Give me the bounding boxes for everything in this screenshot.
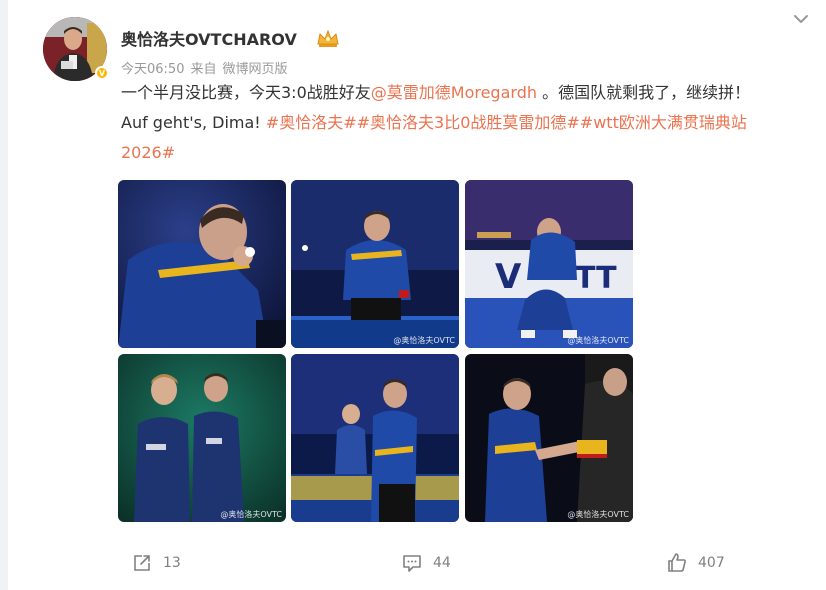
photo-watermark: @奥恰洛夫OVTC [393,336,455,345]
photo-3-image: V TT [465,180,633,348]
photo-3[interactable]: V TT @奥恰洛夫OVTC [465,180,633,348]
photo-4-image [118,354,286,522]
text-line-1: 一个半月没比赛，今天3:0战胜好友@莫雷加德Moregardh 。德国队就剩我了… [121,78,811,108]
photo-5[interactable] [291,354,459,522]
photo-4[interactable]: @奥恰洛夫OVTC [118,354,286,522]
weibo-post-card: V 奥恰洛夫OVTCHAROV 今天06:50 来自 微博网页版 一个半月没比赛… [8,0,826,590]
photo-5-image [291,354,459,522]
verified-badge: V [95,66,109,80]
action-bar: 13 44 407 [8,552,826,580]
svg-text:V: V [495,257,522,297]
text-segment: Auf geht's, Dima! [121,113,266,132]
text-line-2: Auf geht's, Dima! #奥恰洛夫##奥恰洛夫3比0战胜莫雷加德##… [121,108,811,138]
chevron-down-icon[interactable] [792,10,810,28]
hashtag-link[interactable]: #奥恰洛夫# [266,113,357,132]
comment-button[interactable]: 44 [401,552,451,574]
photo-grid: @奥恰洛夫OVTC V TT @奥恰洛夫OVTC @奥恰洛夫OVTC @奥恰洛夫… [118,180,638,524]
like-icon [668,553,686,572]
mention-link[interactable]: @莫雷加德Moregardh [371,83,537,102]
hashtag-link-cont[interactable]: 2026# [121,143,175,162]
photo-6[interactable]: @奥恰洛夫OVTC [465,354,633,522]
hashtag-link[interactable]: #wtt欧洲大满贯瑞典站 [580,113,747,132]
repost-button[interactable]: 13 [131,552,181,574]
source-prefix: 来自 [190,62,217,77]
username[interactable]: 奥恰洛夫OVTCHAROV [121,26,297,50]
like-count: 407 [698,555,725,571]
photo-6-image [465,354,633,522]
svg-text:TT: TT [575,261,617,296]
photo-watermark: @奥恰洛夫OVTC [567,336,629,345]
comment-count: 44 [433,555,451,571]
text-segment: 。德国队就剩我了，继续拼！ [537,83,751,102]
text-line-3: 2026# [121,138,811,168]
comment-icon [403,555,421,572]
photo-watermark: @奥恰洛夫OVTC [567,510,629,519]
photo-watermark: @奥恰洛夫OVTC [220,510,282,519]
photo-2-image [291,180,459,348]
repost-icon [134,555,150,571]
like-button[interactable]: 407 [666,552,725,574]
repost-count: 13 [163,555,181,571]
photo-1-image [118,180,286,348]
photo-2[interactable]: @奥恰洛夫OVTC [291,180,459,348]
post-timestamp[interactable]: 今天06:50 [121,58,184,77]
text-segment: 一个半月没比赛，今天3:0战胜好友 [121,83,371,102]
post-text: 一个半月没比赛，今天3:0战胜好友@莫雷加德Moregardh 。德国队就剩我了… [121,78,811,168]
hashtag-link[interactable]: #奥恰洛夫3比0战胜莫雷加德# [357,113,580,132]
post-source: 微博网页版 [222,62,288,77]
crown-icon[interactable] [316,28,340,48]
post-meta: 今天06:50 来自 微博网页版 [121,58,288,77]
photo-1[interactable] [118,180,286,348]
